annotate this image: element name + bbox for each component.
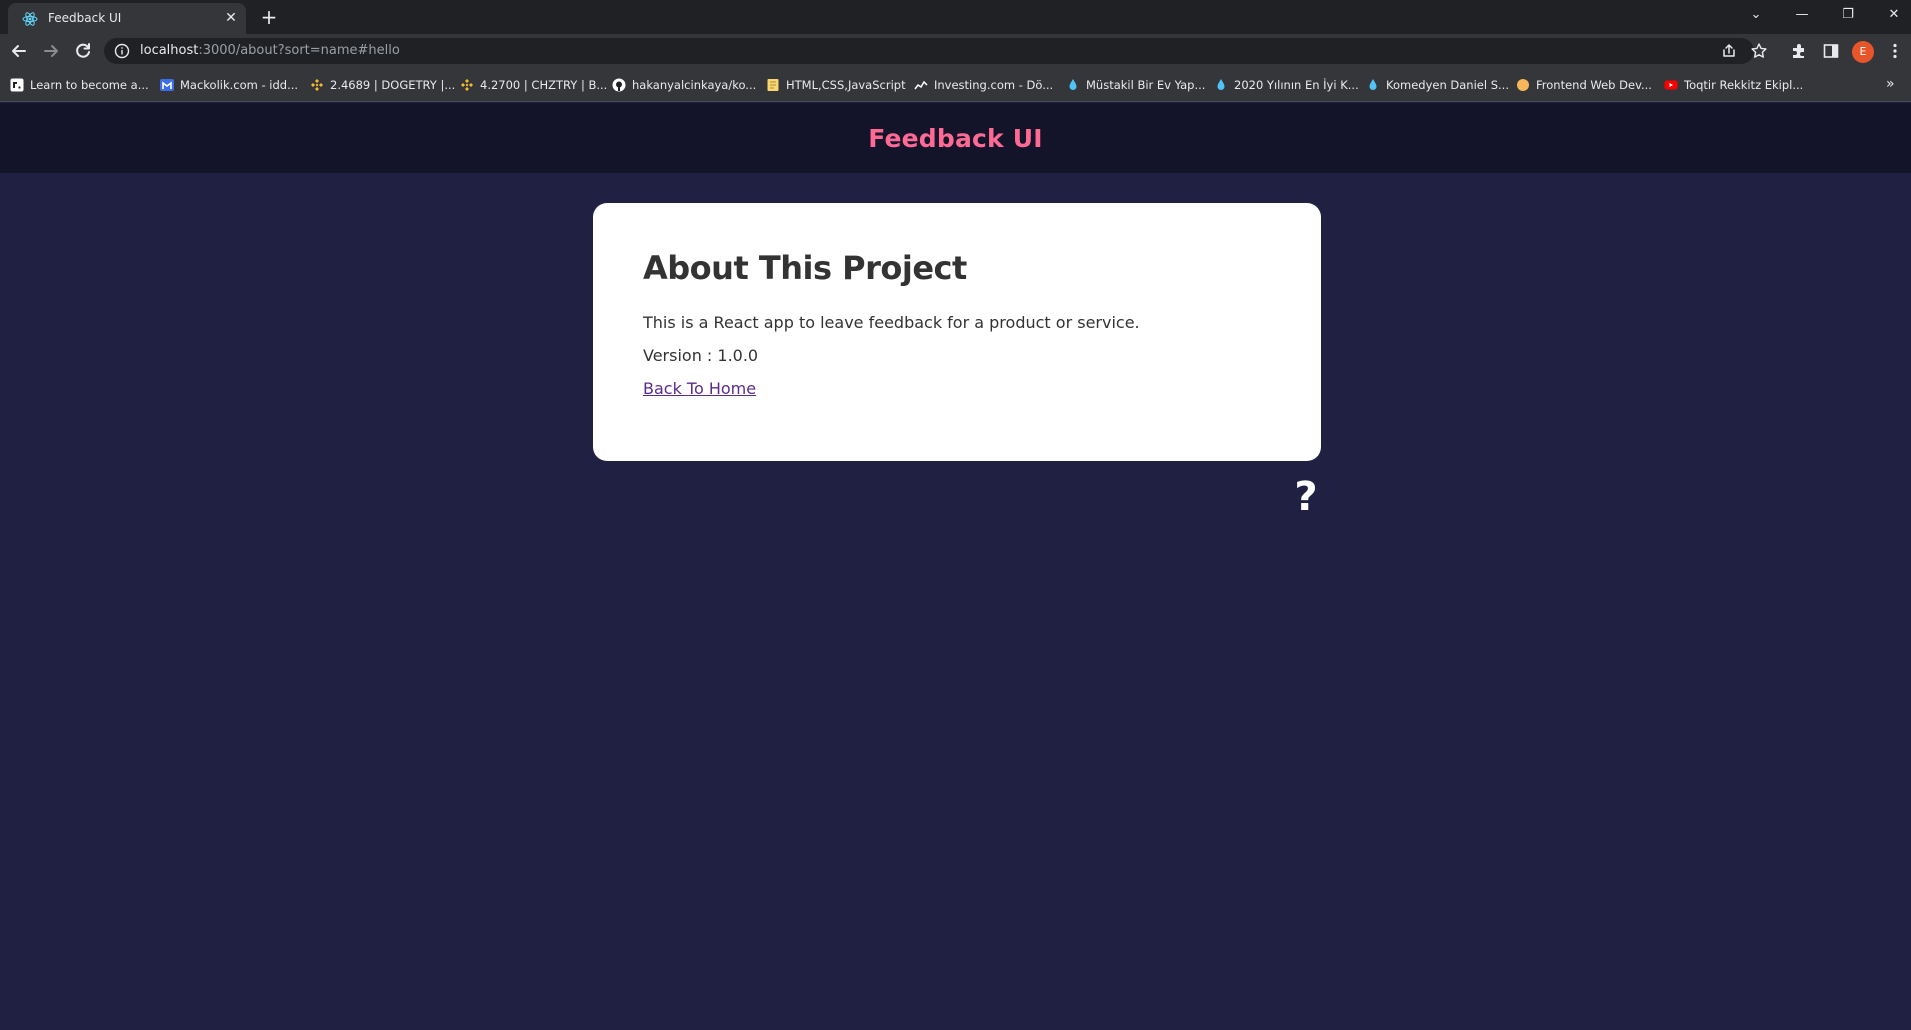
m-logo-icon	[160, 79, 174, 91]
reload-icon[interactable]	[72, 40, 94, 62]
back-icon[interactable]	[8, 40, 30, 62]
profile-avatar[interactable]: E	[1852, 41, 1874, 63]
bookmark-item[interactable]: 4.2700 | CHZTRY | B...	[460, 76, 607, 94]
url-path: :3000/about?sort=name#hello	[198, 43, 400, 58]
bookmarks-bar: Learn to become a... Mackolik.com - idd.…	[0, 68, 1911, 102]
browser-tabstrip: Feedback UI ✕ + ⌄ — ❐ ✕	[0, 0, 1911, 34]
bookmark-item[interactable]: Frontend Web Dev...	[1516, 76, 1652, 94]
tab-title: Feedback UI	[48, 11, 122, 25]
drop-icon	[1069, 79, 1077, 90]
about-version: Version : 1.0.0	[643, 346, 759, 365]
binance-icon	[461, 79, 473, 91]
bookmark-item[interactable]: Investing.com - Dö...	[914, 76, 1053, 94]
gear-square-icon	[10, 78, 24, 92]
back-to-home-link[interactable]: Back To Home	[643, 379, 756, 398]
side-panel-icon[interactable]	[1822, 42, 1840, 60]
url-text[interactable]: localhost:3000/about?sort=name#hello	[140, 43, 400, 58]
bookmark-item[interactable]: hakanyalcinkaya/ko...	[612, 76, 756, 94]
investing-icon	[914, 80, 928, 90]
close-window-icon[interactable]: ✕	[1884, 5, 1904, 25]
minimize-icon[interactable]: —	[1792, 5, 1812, 25]
browser-toolbar: localhost:3000/about?sort=name#hello	[0, 34, 1911, 68]
bookmark-item[interactable]: Müstakil Bir Ev Yap...	[1066, 76, 1205, 94]
bookmark-star-icon[interactable]	[1750, 42, 1768, 60]
url-host: localhost	[140, 43, 199, 58]
drop-icon	[1217, 79, 1225, 90]
menu-kebab-icon[interactable]	[1886, 42, 1904, 60]
bookmark-item[interactable]: Komedyen Daniel S...	[1366, 76, 1509, 94]
bookmark-item[interactable]: HTML,CSS,JavaScript	[766, 76, 906, 94]
bookmark-item[interactable]: 2020 Yılının En İyi K...	[1214, 76, 1359, 94]
extensions-icon[interactable]	[1790, 42, 1808, 60]
about-card: About This Project This is a React app t…	[593, 203, 1321, 461]
question-icon[interactable]: ?	[1288, 477, 1324, 517]
youtube-icon	[1664, 80, 1678, 90]
address-bar[interactable]: localhost:3000/about?sort=name#hello	[104, 38, 1754, 64]
folder-note-icon	[767, 79, 779, 91]
tab-close-icon[interactable]: ✕	[222, 9, 240, 27]
new-tab-icon[interactable]: +	[258, 6, 280, 28]
tab-search-icon[interactable]: ⌄	[1746, 5, 1766, 25]
browser-tab[interactable]: Feedback UI ✕	[8, 3, 246, 34]
bookmark-item[interactable]: 2.4689 | DOGETRY |...	[310, 76, 455, 94]
binance-icon	[311, 79, 323, 91]
circle-icon	[1517, 79, 1529, 91]
bookmarks-overflow-icon[interactable]: »	[1886, 76, 1895, 92]
restore-icon[interactable]: ❐	[1838, 5, 1858, 25]
about-title: About This Project	[643, 249, 967, 287]
brand-title: Feedback UI	[868, 123, 1043, 153]
bookmark-item[interactable]: Learn to become a...	[10, 76, 149, 94]
share-icon[interactable]	[1720, 42, 1738, 60]
bookmark-item[interactable]: Mackolik.com - idd...	[160, 76, 298, 94]
bookmark-item[interactable]: Toqtir Rekkitz Ekipl...	[1664, 76, 1803, 94]
about-description: This is a React app to leave feedback fo…	[643, 313, 1140, 332]
forward-icon[interactable]	[40, 40, 62, 62]
drop-icon	[1369, 79, 1377, 90]
app-header: Feedback UI	[0, 103, 1911, 173]
github-icon	[612, 78, 626, 92]
site-info-icon[interactable]	[114, 43, 130, 59]
react-atom-icon	[22, 12, 38, 26]
